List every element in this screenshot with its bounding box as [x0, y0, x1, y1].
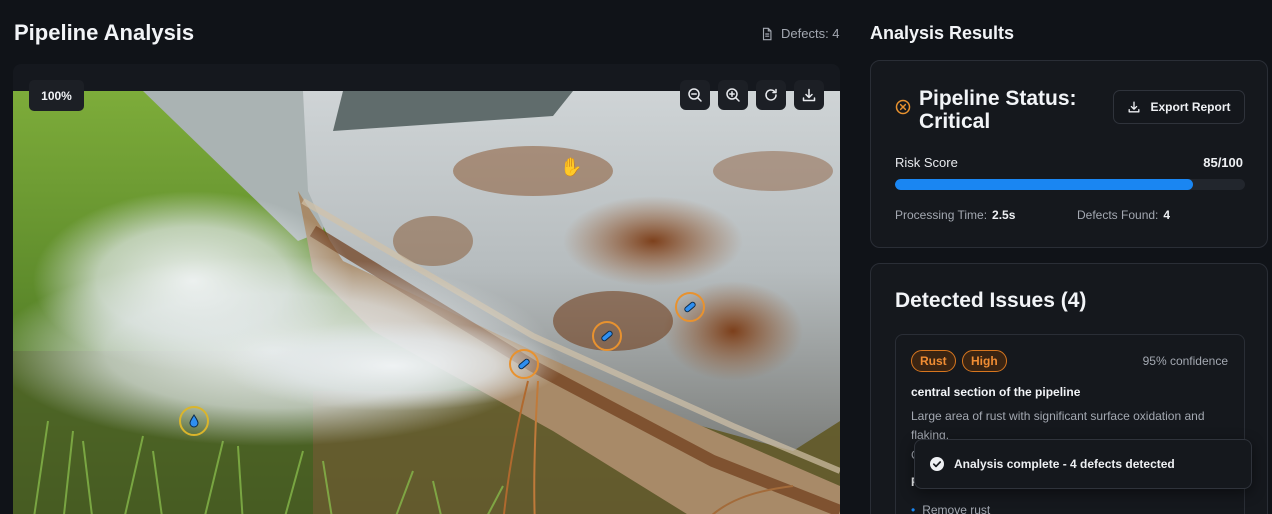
risk-score-bar [895, 179, 1245, 190]
issue-type-tag: Rust [911, 350, 956, 372]
risk-score-fill [895, 179, 1193, 190]
defects-count: Defects: 4 [760, 26, 840, 41]
image-viewer[interactable] [13, 64, 840, 514]
zoom-level-badge: 100% [29, 80, 84, 111]
document-icon [762, 27, 772, 40]
defects-found-label: Defects Found: [1077, 208, 1159, 222]
processing-time-value: 2.5s [992, 208, 1016, 222]
processing-time: Processing Time: 2.5s [895, 208, 1015, 222]
download-icon [802, 88, 816, 102]
zoom-in-button[interactable] [718, 80, 748, 110]
pipeline-status-card: Pipeline Status: Critical Export Report … [870, 60, 1268, 248]
issue-confidence: 95% confidence [1142, 354, 1228, 368]
toast-notification: Analysis complete - 4 defects detected [914, 439, 1252, 489]
issue-severity-tag: High [962, 350, 1007, 372]
risk-score-label: Risk Score [895, 155, 958, 170]
export-report-label: Export Report [1150, 100, 1231, 114]
defects-found-value: 4 [1163, 208, 1171, 222]
detected-issues-heading: Detected Issues (4) [895, 289, 1087, 312]
export-report-button[interactable]: Export Report [1113, 90, 1245, 124]
toast-message: Analysis complete - 4 defects detected [954, 457, 1175, 471]
download-image-button[interactable] [794, 80, 824, 110]
defect-marker-crack[interactable] [592, 321, 622, 351]
refresh-icon [765, 88, 777, 101]
processing-time-label: Processing Time: [895, 208, 988, 222]
page-title: Pipeline Analysis [14, 20, 195, 45]
defect-marker-leak[interactable] [179, 406, 209, 436]
download-icon [1129, 101, 1140, 113]
defect-marker-corrosion[interactable] [509, 349, 539, 379]
zoom-out-button[interactable] [680, 80, 710, 110]
pill-icon [684, 301, 696, 313]
defect-marker-rust[interactable] [675, 292, 705, 322]
x-circle-icon [895, 99, 911, 115]
pill-icon [601, 330, 613, 342]
zoom-in-icon [726, 88, 740, 102]
hand-cursor-icon: ✋ [560, 157, 583, 177]
defects-found: Defects Found: 4 [1077, 208, 1170, 222]
analysis-results-heading: Analysis Results [870, 23, 1015, 43]
issue-location: central section of the pipeline [911, 385, 1081, 399]
defects-count-label: Defects: 4 [781, 26, 840, 41]
risk-score-value: 85/100 [1203, 155, 1243, 170]
pipeline-status-title: Pipeline Status: Critical [919, 87, 1077, 133]
check-circle-icon [930, 457, 944, 471]
pipeline-photo[interactable] [13, 91, 840, 514]
recommendation-item: Remove rust [911, 503, 990, 514]
reset-view-button[interactable] [756, 80, 786, 110]
droplet-icon [189, 414, 199, 428]
pill-icon [518, 358, 530, 370]
zoom-out-icon [688, 88, 702, 102]
